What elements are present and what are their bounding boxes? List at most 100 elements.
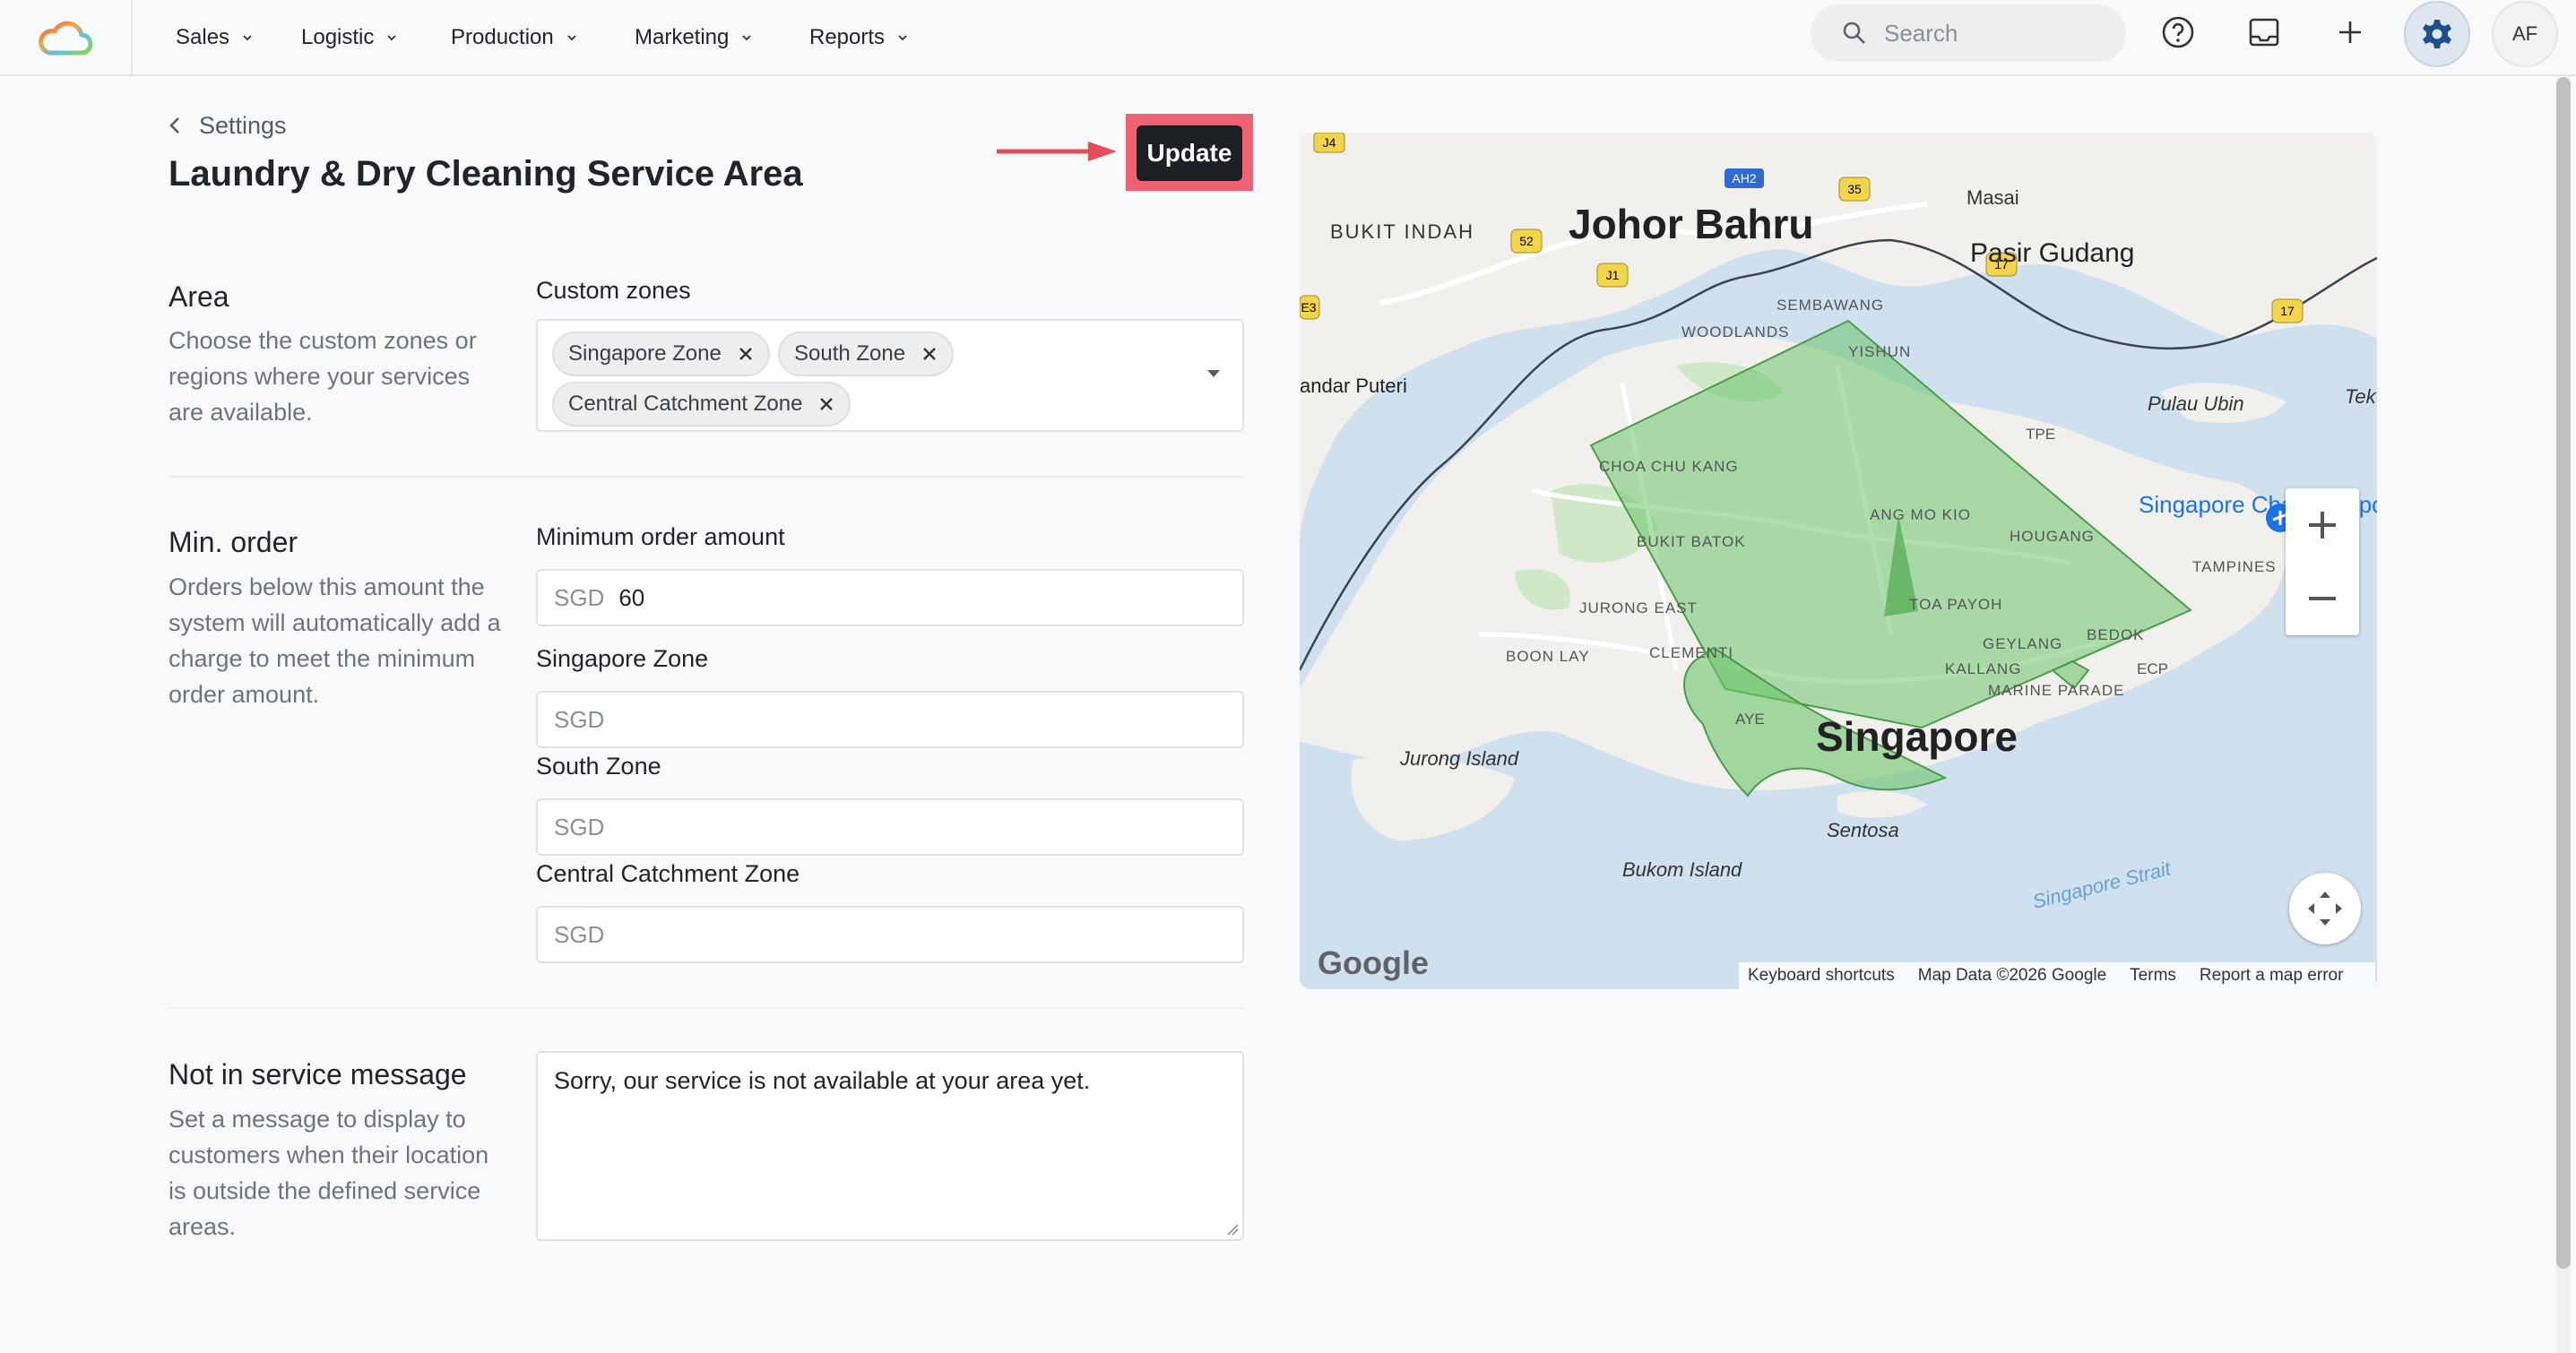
map-label-ang-mo-kio: ANG MO KIO	[1870, 506, 1971, 523]
area-section-title: Area	[169, 280, 229, 313]
update-button[interactable]: Update	[1137, 125, 1242, 181]
min-order-section-title: Min. order	[169, 526, 298, 558]
keyboard-shortcuts-link[interactable]: Keyboard shortcuts	[1748, 966, 1895, 986]
not-in-service-section-description: Set a message to display to customers wh…	[169, 1106, 489, 1240]
shield-e3: E3	[1301, 300, 1316, 315]
map-label-yishun: YISHUN	[1848, 343, 1911, 360]
search-placeholder: Search	[1884, 19, 1958, 47]
plus-icon	[2309, 512, 2336, 539]
chevron-left-icon	[169, 117, 179, 134]
report-map-error-link[interactable]: Report a map error	[2200, 966, 2344, 986]
close-icon	[923, 348, 936, 360]
map-label-bukom: Bukom Island	[1622, 858, 1742, 881]
page-scrollbar-thumb[interactable]	[2556, 77, 2571, 1269]
nav-logistic[interactable]: Logistic	[301, 18, 397, 57]
area-section-description: Choose the custom zones or regions where…	[169, 327, 477, 426]
map-canvas: J4 AH2 35 52 J1 17 17 E3 Johor Bahru Pas…	[1300, 133, 2377, 989]
expand-arrows-icon	[2308, 892, 2342, 926]
nav-reports[interactable]: Reports	[809, 18, 908, 57]
shield-j4: J4	[1323, 135, 1336, 150]
resize-handle-icon[interactable]	[1226, 1223, 1239, 1236]
chevron-down-icon	[243, 35, 252, 41]
map-label-andar-puteri: andar Puteri	[1300, 375, 1407, 397]
map-label-toa-payoh: TOA PAYOH	[1909, 596, 2002, 613]
custom-zones-multiselect[interactable]: Singapore Zone South Zone Central Catchm…	[536, 319, 1244, 432]
arrow-annotation-icon	[997, 142, 1117, 161]
nav-sales[interactable]: Sales	[176, 18, 253, 57]
map-fullscreen-button[interactable]	[2289, 873, 2361, 944]
help-icon	[2162, 16, 2194, 48]
remove-chip-button[interactable]	[738, 346, 754, 362]
avatar-initials: AF	[2511, 22, 2538, 45]
currency-prefix: SGD	[554, 920, 605, 948]
nav-logistic-label: Logistic	[301, 25, 375, 49]
zoom-out-button[interactable]	[2286, 562, 2359, 635]
service-area-map[interactable]: J4 AH2 35 52 J1 17 17 E3 Johor Bahru Pas…	[1300, 133, 2377, 989]
inbox-button[interactable]	[2232, 0, 2296, 65]
map-label-tpe: TPE	[2026, 426, 2055, 443]
search-input[interactable]: Search	[1811, 4, 2126, 62]
back-label: Settings	[199, 111, 287, 139]
section-divider	[169, 476, 1244, 478]
map-label-ecp: ECP	[2137, 660, 2168, 677]
zone-chip-label: Central Catchment Zone	[568, 392, 803, 416]
shield-j1: J1	[1606, 268, 1620, 282]
map-label-bukit-batok: BUKIT BATOK	[1637, 533, 1746, 550]
custom-zones-label: Custom zones	[536, 277, 691, 304]
minus-icon	[2309, 597, 2336, 600]
central-catchment-zone-label: Central Catchment Zone	[536, 860, 800, 887]
nav-production[interactable]: Production	[451, 18, 577, 57]
top-navbar: Sales Logistic Production Marketing Repo…	[0, 0, 2576, 76]
settings-button[interactable]	[2404, 1, 2470, 67]
zoom-in-button[interactable]	[2286, 488, 2359, 562]
close-icon	[820, 398, 834, 410]
logo[interactable]	[0, 0, 133, 76]
map-label-clementi: CLEMENTI	[1649, 644, 1733, 661]
remove-chip-button[interactable]	[921, 346, 938, 362]
shield-17b: 17	[2280, 304, 2295, 318]
remove-chip-button[interactable]	[818, 396, 834, 412]
chevron-down-icon	[742, 35, 752, 41]
min-order-section-description: Orders below this amount the system will…	[169, 573, 501, 708]
back-to-settings-link[interactable]: Settings	[169, 108, 287, 143]
currency-prefix: SGD	[554, 583, 605, 611]
map-label-hougang: HOUGANG	[2010, 528, 2095, 545]
zone-chip-label: South Zone	[794, 341, 906, 366]
help-button[interactable]	[2146, 0, 2210, 65]
plus-icon	[2339, 22, 2361, 43]
map-label-johor: Johor Bahru	[1569, 201, 1813, 247]
nav-sales-label: Sales	[176, 25, 230, 49]
chevron-down-icon	[567, 35, 576, 41]
map-label-bukit-indah: BUKIT INDAH	[1330, 220, 1474, 243]
nav-marketing[interactable]: Marketing	[635, 18, 752, 57]
zone-chip-label: Singapore Zone	[568, 341, 722, 366]
not-in-service-message-textarea[interactable]: Sorry, our service is not available at y…	[536, 1051, 1244, 1241]
central-catchment-zone-input[interactable]: SGD	[536, 906, 1244, 963]
nav-production-label: Production	[451, 25, 554, 49]
cloud-logo-icon	[39, 21, 93, 55]
terms-link[interactable]: Terms	[2130, 966, 2176, 986]
zone-chip: Central Catchment Zone	[552, 382, 851, 427]
shield-ah2: AH2	[1732, 171, 1756, 185]
chevron-down-icon	[898, 35, 907, 41]
textarea-value: Sorry, our service is not available at y…	[554, 1067, 1091, 1094]
minimum-order-amount-input[interactable]: SGD 60	[536, 569, 1244, 626]
nav-reports-label: Reports	[809, 25, 886, 49]
zone-chip: Singapore Zone	[552, 332, 770, 376]
map-label-bedok: BEDOK	[2087, 626, 2145, 643]
not-in-service-section-title: Not in service message	[169, 1058, 467, 1090]
dropdown-caret-icon[interactable]	[1206, 368, 1221, 379]
map-label-boon-lay: BOON LAY	[1506, 648, 1590, 665]
chevron-down-icon	[387, 35, 397, 41]
zone-chip: South Zone	[778, 332, 955, 376]
south-zone-label: South Zone	[536, 753, 661, 780]
map-label-woodlands: WOODLANDS	[1681, 323, 1789, 340]
add-button[interactable]	[2318, 0, 2382, 65]
singapore-zone-input[interactable]: SGD	[536, 691, 1244, 748]
avatar[interactable]: AF	[2492, 1, 2558, 67]
map-label-aye: AYE	[1735, 711, 1765, 728]
map-label-marine-parade: MARINE PARADE	[1988, 682, 2125, 699]
map-label-singapore: Singapore	[1816, 713, 2018, 760]
south-zone-input[interactable]: SGD	[536, 798, 1244, 856]
search-icon	[1843, 22, 1865, 44]
